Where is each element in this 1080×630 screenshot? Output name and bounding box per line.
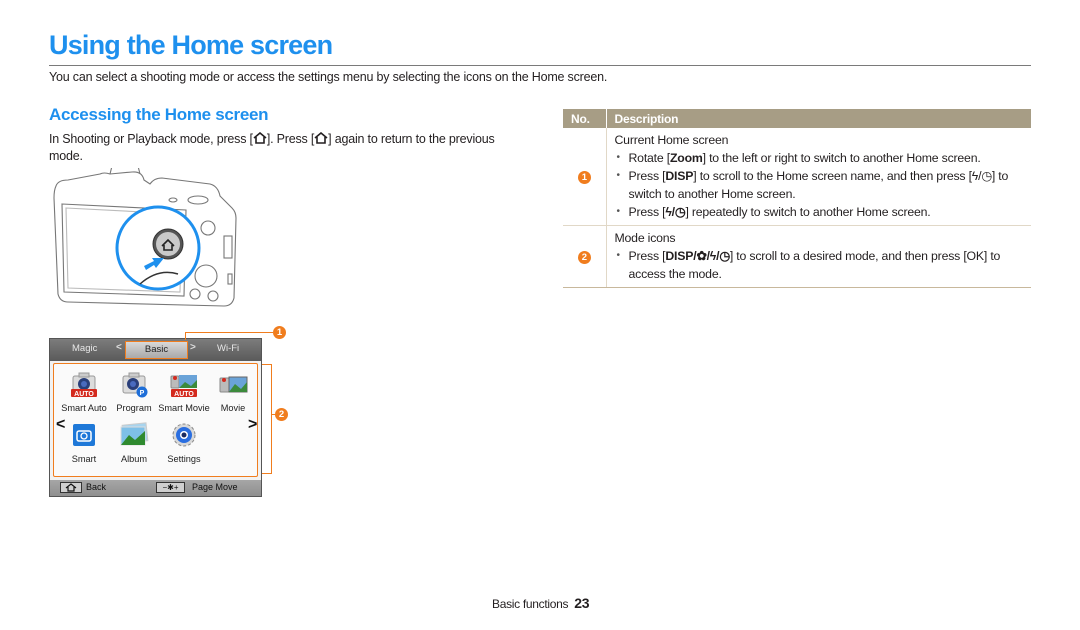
home-screen-bottom-bar: Back −✱+ Page Move [50, 480, 261, 496]
section-body-part: ]. Press [ [266, 132, 315, 146]
number-badge: 1 [577, 171, 591, 184]
tab-wifi[interactable]: Wi-Fi [217, 343, 239, 354]
mode-settings[interactable]: Settings [158, 421, 210, 465]
mode-label: Program [116, 403, 152, 413]
section-body: In Shooting or Playback mode, press [ ]. … [49, 131, 529, 165]
table-header-row: No. Description [563, 109, 1031, 128]
intro-text: You can select a shooting mode or access… [49, 70, 608, 84]
key-label: Zoom [669, 151, 703, 165]
title-divider [49, 65, 1031, 66]
bullet-text: ] repeatedly to switch to another Home s… [685, 205, 931, 219]
mode-label: Movie [220, 403, 246, 413]
mode-program[interactable]: P Program [108, 370, 160, 414]
page-move-label: Page Move [192, 482, 238, 492]
callout-bracket-2 [262, 364, 272, 474]
bullet-item: Press [DISP] to scroll to the Home scree… [615, 167, 1032, 203]
description-table: No. Description 1 Current Home screen Ro… [563, 109, 1031, 288]
home-screen-illustration: Magic < Basic > Wi-Fi < > AUTO Smart Aut… [49, 338, 262, 497]
bullet-item: Press [ϟ/◷] repeatedly to switch to anot… [615, 203, 1032, 221]
callout-line-1 [185, 332, 273, 340]
table-row: 1 Current Home screen Rotate [Zoom] to t… [563, 128, 1031, 226]
callout-badge-2: 2 [275, 408, 288, 421]
settings-icon [172, 423, 196, 447]
page-footer: Basic functions 23 [492, 595, 590, 611]
chevron-left-icon: < [116, 342, 122, 353]
key-label: ϟ/◷ [665, 205, 686, 219]
mode-album[interactable]: Album [108, 421, 160, 465]
mode-icons-grid: < > AUTO Smart Auto P Program AUTO Smart… [53, 363, 258, 477]
chevron-right-icon: > [190, 342, 196, 353]
header-description: Description [606, 109, 1031, 128]
svg-text:AUTO: AUTO [74, 391, 94, 398]
bullet-text: ] to the left or right to switch to anot… [702, 151, 981, 165]
callout-badge-1: 1 [273, 326, 286, 339]
home-key-icon [65, 483, 77, 492]
key-label: DISP [665, 169, 694, 183]
movie-icon [219, 376, 248, 393]
page-move-key-icon: −✱+ [156, 482, 185, 493]
row-number-cell: 1 [563, 128, 607, 226]
camera-illustration [53, 168, 237, 307]
mode-label: Smart Movie [158, 403, 210, 413]
mode-label: Smart Auto [61, 403, 107, 413]
album-icon [120, 422, 149, 446]
footer-section: Basic functions [492, 597, 569, 611]
mode-movie[interactable]: Movie [207, 370, 259, 414]
row-description-cell: Current Home screen Rotate [Zoom] to the… [606, 128, 1031, 226]
bullet-text: Press [ [628, 249, 666, 263]
mode-smart-auto[interactable]: AUTO Smart Auto [58, 370, 110, 414]
back-label: Back [86, 482, 107, 492]
row-title: Mode icons [614, 231, 676, 245]
chevron-right-icon[interactable]: > [248, 416, 257, 434]
page-number: 23 [574, 595, 590, 611]
row-description-cell: Mode icons Press [DISP/✿/ϟ/◷] to scroll … [606, 225, 1032, 288]
mode-label: Settings [167, 454, 201, 464]
section-title: Accessing the Home screen [49, 105, 269, 124]
bullet-text: Press [ [628, 205, 666, 219]
svg-text:AUTO: AUTO [174, 391, 194, 398]
smart-icon [73, 424, 95, 446]
table-row: 2 Mode icons Press [DISP/✿/ϟ/◷] to scrol… [563, 225, 1032, 288]
bullet-item: Press [DISP/✿/ϟ/◷] to scroll to a desire… [615, 247, 1032, 283]
smart-movie-icon: AUTO [170, 375, 197, 398]
bullet-item: Rotate [Zoom] to the left or right to sw… [615, 149, 1032, 167]
page-title: Using the Home screen [49, 30, 333, 60]
program-icon: P [122, 372, 148, 398]
tab-magic[interactable]: Magic [72, 343, 97, 354]
back-button[interactable] [60, 482, 82, 493]
home-screen-tabs: Magic < Basic > Wi-Fi [50, 339, 261, 361]
mode-smart[interactable]: Smart [58, 421, 110, 465]
home-key-icon [314, 132, 328, 144]
header-no: No. [563, 109, 607, 128]
row-number-cell: 2 [563, 225, 607, 288]
tab-basic[interactable]: Basic [125, 341, 188, 359]
smart-auto-icon: AUTO [71, 372, 97, 398]
bullet-text: Rotate [ [628, 151, 671, 165]
number-badge: 2 [577, 251, 591, 264]
key-label: DISP/✿/ϟ/◷ [665, 249, 730, 263]
section-body-part: In Shooting or Playback mode, press [ [49, 132, 253, 146]
mode-label: Smart [71, 454, 97, 464]
mode-smart-movie[interactable]: AUTO Smart Movie [158, 370, 210, 414]
home-key-icon [253, 132, 267, 144]
mode-label: Album [120, 454, 148, 464]
bullet-text: Press [ [628, 169, 666, 183]
svg-text:P: P [140, 390, 145, 397]
row-title: Current Home screen [614, 133, 729, 147]
